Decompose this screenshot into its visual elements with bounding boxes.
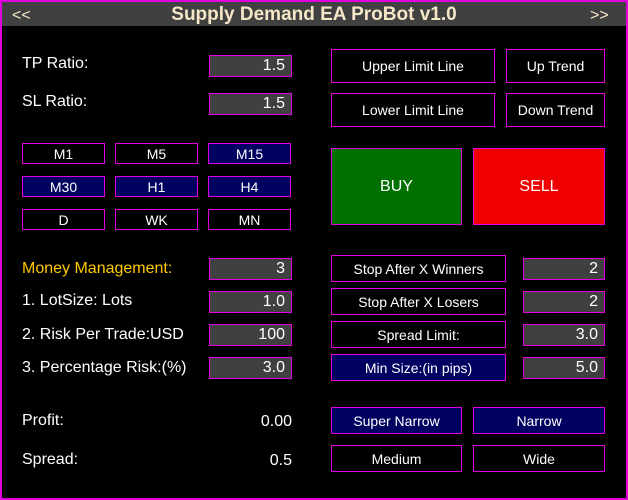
risk-per-trade-label: 2. Risk Per Trade:USD xyxy=(22,326,184,343)
timeframe-mn-button[interactable]: MN xyxy=(208,209,291,230)
timeframe-m5-button[interactable]: M5 xyxy=(115,143,198,164)
spread-value: 0.5 xyxy=(269,452,292,469)
panel-title: Supply Demand EA ProBot v1.0 xyxy=(171,4,457,25)
profit-label: Profit: xyxy=(22,412,64,429)
down-trend-button[interactable]: Down Trend xyxy=(506,93,605,127)
stop-after-winners-button[interactable]: Stop After X Winners xyxy=(331,255,506,282)
tp-ratio-label: TP Ratio: xyxy=(22,55,89,72)
money-management-label: Money Management: xyxy=(22,260,173,277)
sl-ratio-label: SL Ratio: xyxy=(22,93,88,110)
up-trend-button[interactable]: Up Trend xyxy=(506,49,605,83)
prev-button[interactable]: << xyxy=(12,2,31,30)
timeframe-m15-button[interactable]: M15 xyxy=(208,143,291,164)
spread-limit-button[interactable]: Spread Limit: xyxy=(331,321,506,348)
ea-panel: Supply Demand EA ProBot v1.0 << >> TP Ra… xyxy=(0,0,628,500)
sell-button[interactable]: SELL xyxy=(473,148,605,225)
spread-limit-input[interactable]: 3.0 xyxy=(523,324,605,346)
percentage-risk-input[interactable]: 3.0 xyxy=(209,357,292,379)
next-button[interactable]: >> xyxy=(590,2,609,30)
tp-ratio-input[interactable]: 1.5 xyxy=(209,55,292,77)
losers-input[interactable]: 2 xyxy=(523,291,605,313)
lot-size-label: 1. LotSize: Lots xyxy=(22,292,133,309)
spread-label: Spread: xyxy=(22,451,79,468)
timeframe-d-button[interactable]: D xyxy=(22,209,105,230)
buy-button[interactable]: BUY xyxy=(331,148,462,225)
lower-limit-line-button[interactable]: Lower Limit Line xyxy=(331,93,495,127)
timeframe-m1-button[interactable]: M1 xyxy=(22,143,105,164)
timeframe-m30-button[interactable]: M30 xyxy=(22,176,105,197)
medium-button[interactable]: Medium xyxy=(331,445,462,472)
money-management-input[interactable]: 3 xyxy=(209,258,292,280)
profit-value: 0.00 xyxy=(260,413,292,430)
risk-per-trade-input[interactable]: 100 xyxy=(209,324,292,346)
upper-limit-line-button[interactable]: Upper Limit Line xyxy=(331,49,495,83)
super-narrow-button[interactable]: Super Narrow xyxy=(331,407,462,434)
wide-button[interactable]: Wide xyxy=(473,445,605,472)
stop-after-losers-button[interactable]: Stop After X Losers xyxy=(331,288,506,315)
lot-size-input[interactable]: 1.0 xyxy=(209,291,292,313)
timeframe-wk-button[interactable]: WK xyxy=(115,209,198,230)
min-size-input[interactable]: 5.0 xyxy=(523,357,605,379)
timeframe-h1-button[interactable]: H1 xyxy=(115,176,198,197)
sl-ratio-input[interactable]: 1.5 xyxy=(209,93,292,115)
timeframe-h4-button[interactable]: H4 xyxy=(208,176,291,197)
winners-input[interactable]: 2 xyxy=(523,258,605,280)
percentage-risk-label: 3. Percentage Risk:(%) xyxy=(22,359,187,376)
min-size-button[interactable]: Min Size:(in pips) xyxy=(331,354,506,381)
narrow-button[interactable]: Narrow xyxy=(473,407,605,434)
